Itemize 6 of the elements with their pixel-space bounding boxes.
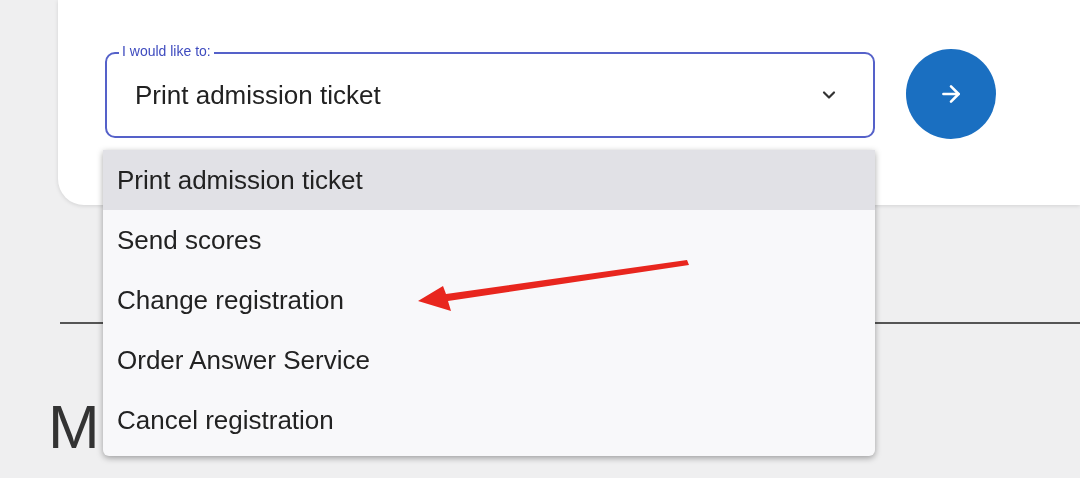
menu-option[interactable]: Order Answer Service xyxy=(103,330,875,390)
page-heading: M xyxy=(48,396,100,458)
menu-option[interactable]: Cancel registration xyxy=(103,390,875,450)
menu-option[interactable]: Print admission ticket xyxy=(103,150,875,210)
menu-option[interactable]: Change registration xyxy=(103,270,875,330)
menu-option[interactable]: Send scores xyxy=(103,210,875,270)
